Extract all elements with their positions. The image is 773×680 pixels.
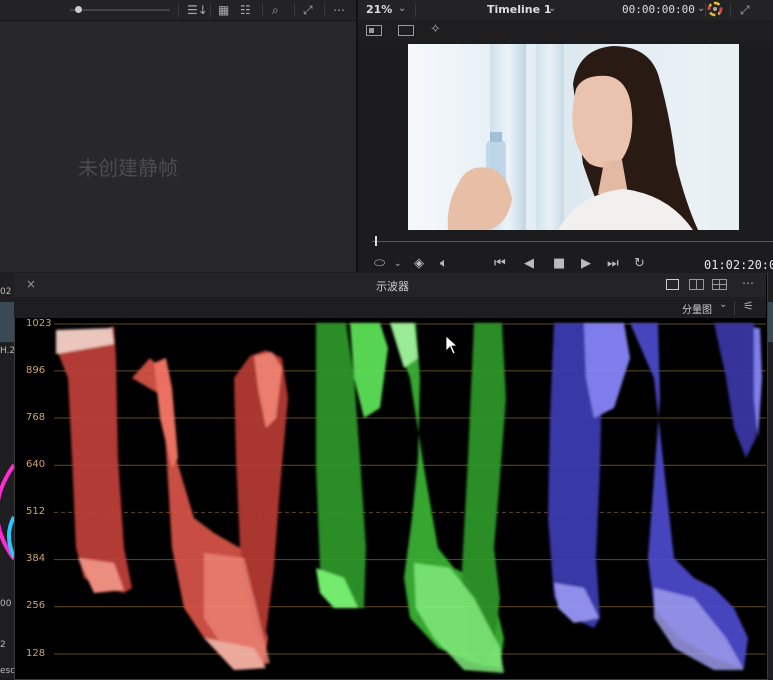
timeline-chevron-down-icon[interactable]: ⌄: [548, 3, 556, 14]
viewer-playhead[interactable]: [375, 236, 377, 246]
mouse-cursor-icon: [445, 335, 459, 355]
stop-icon[interactable]: ■: [553, 256, 565, 271]
scope-y-axis: 1023 896 768 640 512 384 256 128: [0, 318, 54, 678]
gallery-toolbar: ☰↓ ▦ ☷ ⌕ ⤢ ⋯: [0, 0, 356, 21]
toolbar-separator: [178, 3, 179, 17]
safe-area-icon[interactable]: [398, 25, 414, 36]
quad-layout-icon[interactable]: [712, 279, 727, 290]
toolbar-separator: [324, 3, 325, 17]
toolbar-separator: [294, 3, 295, 17]
y-tick-label: 384: [26, 553, 46, 564]
dual-layout-icon[interactable]: [689, 279, 704, 290]
zoom-level[interactable]: 21%: [366, 3, 392, 16]
volume-icon[interactable]: 🔈︎: [440, 256, 448, 271]
y-tick-label: 512: [26, 506, 46, 517]
grid-view-icon[interactable]: ▦: [218, 2, 229, 18]
close-icon[interactable]: ×: [26, 277, 36, 291]
gallery-panel: [0, 0, 356, 272]
viewer-subtoolbar: ✧: [358, 20, 773, 42]
green-channel-trace: [316, 323, 506, 673]
sort-icon[interactable]: ☰↓: [187, 2, 208, 18]
scopes-subbar: 分量图 ⌄ ⚟: [14, 297, 766, 318]
clip-select-icon[interactable]: ⬭: [374, 256, 385, 271]
settings-sliders-icon[interactable]: ⚟: [743, 299, 754, 313]
toolbar-separator: [262, 3, 263, 17]
red-channel-trace: [56, 326, 288, 670]
viewer-preview-image: [408, 44, 739, 230]
y-tick-label: 640: [26, 459, 46, 470]
fullscreen-icon[interactable]: ⤢: [740, 2, 750, 18]
y-tick-label: 1023: [26, 318, 52, 329]
current-timecode: 01:02:20:04: [704, 258, 773, 272]
toolbar-separator: [415, 3, 416, 17]
scopes-titlebar[interactable]: × 示波器 ⋯: [14, 273, 766, 298]
single-layout-icon[interactable]: [666, 279, 679, 290]
split-view-icon[interactable]: [366, 25, 382, 36]
viewer-toolbar: 21% ⌄ Timeline 1 ⌄ 00:00:00:00 ⌄ ⤢: [358, 0, 773, 21]
y-tick-label: 768: [26, 412, 46, 423]
gallery-empty-message: 未创建静帧: [78, 156, 178, 180]
toolbar-separator: [734, 301, 735, 315]
mode-chevron-down-icon[interactable]: ⌄: [719, 299, 727, 310]
y-tick-label: 896: [26, 365, 46, 376]
blue-channel-trace: [548, 323, 762, 670]
more-icon[interactable]: ⋯: [742, 276, 754, 290]
list-view-icon[interactable]: ☷: [240, 2, 251, 18]
magic-wand-icon[interactable]: ✧: [430, 22, 441, 37]
toolbar-separator: [730, 3, 731, 17]
y-tick-label: 128: [26, 648, 46, 659]
play-icon[interactable]: ▶: [581, 256, 591, 271]
go-to-end-icon[interactable]: ⏭︎: [607, 256, 619, 271]
source-timecode[interactable]: 00:00:00:00: [622, 3, 695, 16]
zoom-chevron-down-icon[interactable]: ⌄: [398, 3, 406, 14]
timeline-name[interactable]: Timeline 1: [487, 3, 552, 16]
clip-chevron-down-icon[interactable]: ⌄: [394, 259, 402, 269]
search-icon[interactable]: ⌕: [272, 2, 279, 18]
gallery-zoom-knob[interactable]: [75, 6, 82, 13]
scopes-title: 示波器: [376, 280, 409, 293]
parade-scope-display: [54, 323, 766, 673]
go-to-start-icon[interactable]: ⏮︎: [494, 256, 506, 271]
scope-mode-select[interactable]: 分量图: [682, 301, 712, 316]
y-tick-label: 256: [26, 600, 46, 611]
more-icon[interactable]: ⋯: [333, 2, 345, 18]
strip-label: 02: [0, 287, 12, 297]
toolbar-separator: [705, 3, 706, 17]
gallery-zoom-slider[interactable]: [70, 9, 170, 11]
layers-icon[interactable]: ◈: [414, 256, 424, 271]
color-wheel-icon[interactable]: [707, 1, 723, 17]
toolbar-separator: [210, 3, 211, 17]
reverse-play-icon[interactable]: ◀: [524, 256, 534, 271]
expand-icon[interactable]: ⤢: [303, 2, 313, 18]
viewer-scrubber[interactable]: [372, 241, 773, 242]
loop-icon[interactable]: ↻: [634, 256, 645, 271]
